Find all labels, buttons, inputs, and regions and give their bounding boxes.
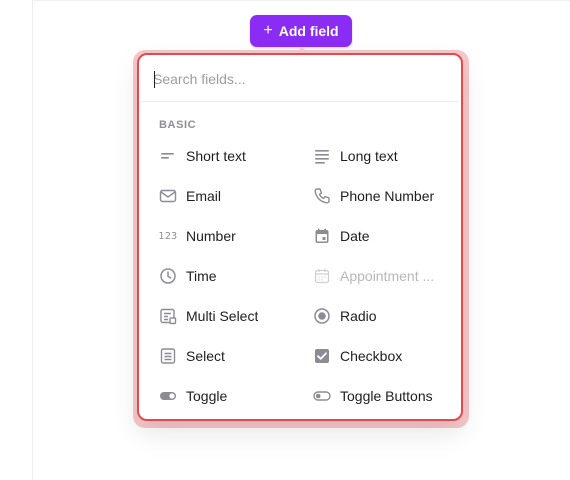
field-item-label: Radio (340, 308, 377, 324)
field-item-date[interactable]: Date (313, 218, 448, 254)
search-input[interactable] (153, 68, 433, 90)
number-icon-glyph: 123 (158, 230, 178, 242)
short-text-icon (159, 147, 177, 165)
field-item-time[interactable]: Time (159, 258, 299, 294)
left-rail (0, 0, 33, 480)
field-item-radio[interactable]: Radio (313, 298, 448, 334)
search-row (142, 58, 458, 102)
field-item-label: Email (186, 188, 222, 204)
toggle-icon (159, 387, 177, 405)
long-text-icon (313, 147, 331, 165)
section-label-basic: BASIC (159, 119, 197, 131)
field-item-label: Select (186, 348, 225, 364)
field-item-toggle[interactable]: Toggle (159, 378, 299, 414)
calendar-icon (313, 227, 331, 245)
field-item-select[interactable]: Select (159, 338, 299, 374)
radio-icon (313, 307, 331, 325)
add-field-button[interactable]: + Add field (250, 15, 352, 47)
field-item-email[interactable]: Email (159, 178, 299, 214)
field-item-number[interactable]: 123 Number (158, 218, 299, 254)
field-item-phone-number[interactable]: Phone Number (313, 178, 448, 214)
field-item-multi-select[interactable]: Multi Select (159, 298, 299, 334)
plus-icon: + (263, 22, 273, 39)
field-item-checkbox[interactable]: Checkbox (313, 338, 448, 374)
top-divider (32, 0, 570, 1)
field-item-label: Short text (186, 148, 246, 164)
field-item-toggle-buttons[interactable]: Toggle Buttons (313, 378, 448, 414)
email-icon (159, 187, 177, 205)
field-item-label: Phone Number (340, 188, 435, 204)
field-item-label: Date (340, 228, 370, 244)
field-item-label: Toggle (186, 388, 228, 404)
field-item-appointment[interactable]: Appointment ... (313, 258, 448, 294)
number-icon: 123 (158, 227, 178, 245)
field-item-label: Long text (340, 148, 398, 164)
add-field-label: Add field (278, 23, 339, 39)
text-cursor (154, 71, 155, 88)
field-item-label: Appointment ... (340, 268, 435, 284)
field-item-short-text[interactable]: Short text (159, 138, 299, 174)
field-picker-popover: BASIC Short text Long text Email (137, 53, 463, 421)
phone-icon (313, 187, 331, 205)
select-icon (159, 347, 177, 365)
field-item-label: Time (186, 268, 217, 284)
field-item-label: Number (186, 228, 236, 244)
field-picker-card: BASIC Short text Long text Email (142, 58, 458, 416)
toggle-buttons-icon (313, 387, 331, 405)
field-item-long-text[interactable]: Long text (313, 138, 448, 174)
field-item-label: Checkbox (340, 348, 403, 364)
field-item-label: Multi Select (186, 308, 259, 324)
appointment-calendar-icon (313, 267, 331, 285)
checkbox-icon (313, 347, 331, 365)
multi-select-icon (159, 307, 177, 325)
field-item-label: Toggle Buttons (340, 388, 433, 404)
clock-icon (159, 267, 177, 285)
